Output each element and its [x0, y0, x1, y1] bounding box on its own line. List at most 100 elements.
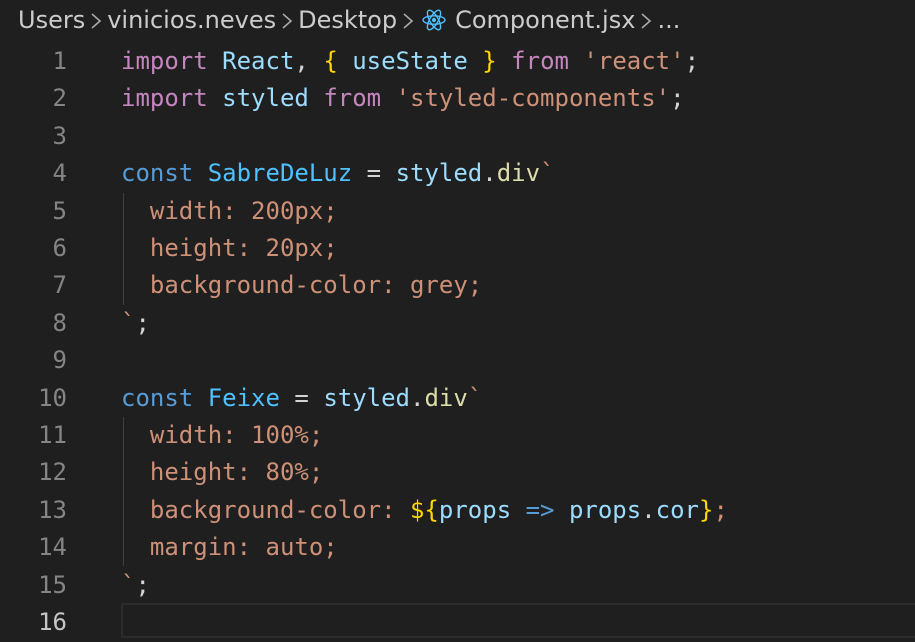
code-token: useState [352, 47, 468, 75]
line-number: 10 [38, 383, 67, 412]
code-token: ` [467, 383, 483, 412]
code-token: ; [135, 308, 150, 337]
chevron-right-icon [635, 0, 657, 40]
code-token: . [410, 383, 425, 412]
code-token: } [699, 495, 714, 524]
code-token: = [352, 159, 396, 188]
code-line[interactable]: 6 height: 20px; [0, 230, 915, 267]
code-token: React [222, 47, 295, 75]
code-token: ` [121, 570, 136, 599]
code-token: cor [655, 495, 700, 524]
code-line[interactable]: 13 background-color: ${props => props.co… [0, 492, 915, 529]
chevron-right-icon [85, 0, 107, 40]
code-token: ; [684, 47, 700, 75]
code-token: ; [135, 570, 150, 599]
code-token: Feixe [207, 383, 280, 412]
line-number: 15 [38, 570, 67, 599]
code-content: const Feixe = styled.div` [121, 380, 482, 417]
breadcrumb-item-users[interactable]: Users [18, 6, 85, 34]
code-content: import styled from 'styled-components'; [121, 80, 685, 117]
line-number: 7 [52, 271, 67, 300]
line-number: 1 [52, 47, 67, 75]
code-token: ${ [409, 495, 439, 524]
chevron-right-icon [276, 0, 298, 40]
code-token: background-color: [121, 495, 410, 524]
breadcrumb-item-user-folder[interactable]: vinicios.neves [107, 6, 276, 34]
line-number: 13 [38, 495, 67, 524]
code-line[interactable]: 1 import React, { useState } from 'react'… [0, 43, 915, 80]
code-content: const SabreDeLuz = styled.div` [121, 155, 555, 192]
code-line[interactable]: 14 margin: auto; [0, 529, 915, 566]
code-content: height: 80%; [121, 454, 323, 491]
code-line[interactable]: 3 [0, 118, 915, 155]
code-content: background-color: ${props => props.cor}; [121, 492, 728, 529]
code-token: ` [121, 308, 136, 337]
code-token: 'react' [583, 47, 685, 75]
code-line[interactable]: 10 const Feixe = styled.div` [0, 380, 915, 417]
code-line[interactable]: 9 [0, 342, 915, 379]
breadcrumb-item-desktop[interactable]: Desktop [298, 6, 397, 34]
line-number: 12 [38, 458, 67, 487]
code-token: styled [323, 383, 411, 412]
code-token: , [294, 47, 324, 75]
breadcrumb-item-more[interactable]: ... [657, 6, 680, 34]
line-number: 3 [52, 121, 67, 150]
code-token: height: 80%; [121, 458, 324, 487]
code-content: height: 20px; [121, 230, 338, 267]
code-token: height: 20px; [121, 234, 338, 262]
code-content: `; [121, 305, 150, 342]
code-line[interactable]: 4 const SabreDeLuz = styled.div` [0, 155, 915, 192]
code-line[interactable]: 16 [0, 604, 915, 641]
line-number: 16 [38, 608, 67, 636]
code-editor[interactable]: 1 import React, { useState } from 'react'… [0, 43, 915, 642]
code-content: background-color: grey; [121, 267, 482, 304]
code-token: { [323, 47, 338, 75]
line-number: 11 [38, 421, 67, 449]
code-token: styled [222, 84, 309, 113]
code-line[interactable]: 11 width: 100%; [0, 417, 915, 454]
code-token: ` [540, 159, 555, 188]
code-content: width: 200px; [121, 193, 338, 230]
code-token: SabreDeLuz [207, 159, 353, 188]
code-token: const [121, 159, 194, 188]
line-number: 2 [52, 84, 67, 113]
code-token: import [121, 84, 208, 113]
code-token: } [482, 47, 497, 75]
code-token: styled [395, 159, 483, 188]
line-number: 4 [52, 159, 67, 188]
react-icon [421, 7, 447, 33]
code-content: `; [121, 567, 150, 604]
code-token: width: 200px; [121, 196, 338, 225]
code-content: import React, { useState } from 'react'; [121, 43, 699, 80]
code-line[interactable]: 2 import styled from 'styled-components'; [0, 80, 915, 117]
code-line[interactable]: 12 height: 80%; [0, 454, 915, 491]
line-number: 5 [52, 196, 67, 225]
breadcrumb-item-file[interactable]: Component.jsx [455, 6, 635, 34]
chevron-right-icon [397, 0, 419, 40]
code-line[interactable]: 7 background-color: grey; [0, 267, 915, 304]
line-number: 14 [38, 533, 67, 562]
code-token: props [568, 495, 642, 524]
code-token: . [482, 159, 497, 188]
code-content: width: 100%; [121, 417, 323, 454]
code-token: ; [713, 495, 728, 524]
line-number: 6 [52, 234, 67, 262]
code-token: from [511, 47, 569, 75]
code-token: 'styled-components' [395, 84, 671, 113]
code-line[interactable]: 5 width: 200px; [0, 193, 915, 230]
code-token: ; [670, 84, 685, 113]
code-token: from [323, 84, 382, 113]
code-token: => [525, 495, 555, 524]
code-line[interactable]: 8 `; [0, 305, 915, 342]
code-line[interactable]: 15 `; [0, 567, 915, 604]
